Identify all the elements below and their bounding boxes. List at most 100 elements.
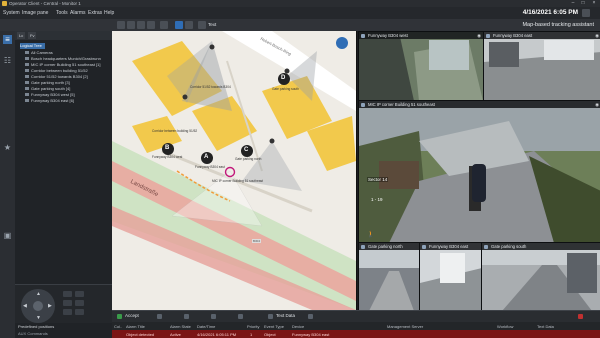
workflow-icon[interactable] <box>184 314 189 319</box>
map-view[interactable]: Robert-Bosch-Ring Landstraße B A C D Cor… <box>112 31 357 310</box>
camera-icon <box>361 102 365 107</box>
zoom-in-button[interactable] <box>63 291 72 297</box>
camera-icon <box>25 99 29 103</box>
accept-icon[interactable] <box>117 314 122 319</box>
tree-view-icon[interactable]: ≡ <box>3 35 12 44</box>
ptz-left-icon[interactable]: ◀ <box>23 303 27 309</box>
menu-system[interactable]: System <box>3 10 20 16</box>
map-marker-b-label: B <box>165 145 170 151</box>
app-icon <box>2 1 7 6</box>
column-header[interactable]: Workflow <box>497 324 513 329</box>
camera-label: Funnyway B304 east <box>195 165 225 169</box>
video-tile-header: Funnyway B304 east <box>420 243 482 250</box>
maximize-button[interactable]: □ <box>578 0 588 7</box>
predefined-positions: Predefined positions AUX Commands <box>15 323 112 338</box>
clear-icon[interactable] <box>157 314 162 319</box>
iris-close-button[interactable] <box>75 309 84 315</box>
tree-item-label: Bosch headquarters Munich/Grasbrunn <box>31 56 101 61</box>
clock-date: 4/16/2021 6:05 PM <box>522 9 578 16</box>
focus-near-button[interactable] <box>63 300 72 306</box>
ptz-down-icon[interactable]: ▼ <box>36 315 41 321</box>
column-header[interactable]: Priority <box>247 324 259 329</box>
camera-icon <box>25 87 29 91</box>
column-header[interactable]: Event Type <box>264 324 284 329</box>
camera-dot <box>209 44 215 50</box>
minimize-button[interactable]: – <box>568 0 578 7</box>
menu-help[interactable]: Help <box>104 10 114 16</box>
camera-label: Corridor between building 51/52 <box>152 129 198 133</box>
camera-icon <box>361 244 365 249</box>
tree-item-label: Gate parking north [3] <box>31 80 70 85</box>
user-icon[interactable] <box>582 9 590 17</box>
zoom-out-button[interactable] <box>75 291 84 297</box>
focus-far-button[interactable] <box>75 300 84 306</box>
text-data-button[interactable]: Text Data <box>276 313 295 318</box>
video-tile[interactable]: Funnyway B304 east ◉ <box>483 31 600 102</box>
menu-image-pane[interactable]: Image pane <box>22 10 48 16</box>
column-header[interactable]: Alarm Title <box>126 324 145 329</box>
video-tile-title: Funnyway B304 west <box>368 33 408 38</box>
layout-1-icon[interactable] <box>117 21 125 29</box>
column-header[interactable]: Col.. <box>114 324 122 329</box>
ptz-joystick-center[interactable] <box>33 301 43 311</box>
tile-options-icon[interactable]: ◉ <box>477 33 481 39</box>
alarm-cell: Object detected <box>126 331 155 337</box>
column-header[interactable]: Device <box>292 324 304 329</box>
video-tile[interactable]: Funnyway B304 west ◉ <box>358 31 484 102</box>
column-header[interactable]: Date/Time <box>197 324 215 329</box>
grid-icon[interactable] <box>185 21 193 29</box>
video-tile-header: Funnyway B304 east ◉ <box>484 32 600 39</box>
map-marker-a-label: A <box>204 154 209 160</box>
menu-bar: System Image pane Tools Alarms Extras He… <box>0 7 600 19</box>
ptz-joystick[interactable]: ▲ ▼ ◀ ▶ <box>21 289 55 323</box>
camera-icon <box>25 75 29 79</box>
tree-root[interactable]: Logical Tree <box>20 43 45 49</box>
layout-4-icon[interactable] <box>147 21 155 29</box>
video-tile[interactable]: Gate parking north <box>358 242 421 312</box>
alarm-status-icon[interactable] <box>578 314 583 319</box>
iris-open-button[interactable] <box>63 309 72 315</box>
tree-item[interactable]: Funnyway B304 east [6] <box>25 98 74 104</box>
bell-icon[interactable] <box>308 314 313 319</box>
column-header[interactable]: Text Data <box>537 324 554 329</box>
ptz-right-icon[interactable]: ▶ <box>48 303 52 309</box>
column-header[interactable]: Management Server <box>387 324 423 329</box>
accept-button[interactable]: Accept <box>125 313 139 318</box>
video-tile-title: Gate parking north <box>368 244 403 249</box>
bookmark-icon[interactable]: ▣ <box>3 231 12 240</box>
video-tile[interactable]: Gate parking south <box>481 242 600 312</box>
menu-tools[interactable]: Tools <box>56 10 68 16</box>
alarm-cell: Funnyway B304 east <box>292 331 330 337</box>
camera-icon <box>25 57 29 61</box>
aux-commands-label[interactable]: AUX Commands <box>18 331 48 336</box>
column-header[interactable]: Alarm State <box>170 324 191 329</box>
tile-options-icon[interactable]: ◉ <box>595 102 599 108</box>
unaccept-icon[interactable] <box>211 314 216 319</box>
camera-tree-icon[interactable]: ☷ <box>3 56 12 65</box>
video-tile-main[interactable]: Sector 14 1 - 19 🚶 MIC IP corner Buildin… <box>358 100 600 244</box>
close-button[interactable]: × <box>589 0 599 7</box>
left-icon-strip: ≡ ☷ ★ ▣ <box>0 31 15 338</box>
monitor-icon[interactable] <box>160 21 168 29</box>
menu-extras[interactable]: Extras <box>88 10 102 16</box>
video-tile[interactable]: Funnyway B304 east <box>419 242 483 312</box>
text-icon[interactable] <box>198 21 206 29</box>
ptz-up-icon[interactable]: ▲ <box>36 291 41 297</box>
layout-3-icon[interactable] <box>137 21 145 29</box>
tree-tab-icon-2[interactable]: Fv <box>28 32 37 39</box>
camera-label: Funnyway B304 west <box>152 155 183 159</box>
camera-label: Corridor 51/52 towards B304 <box>190 85 231 89</box>
tree-tab-icon[interactable]: Lc <box>17 32 26 39</box>
video-overlay-text-2: 1 - 19 <box>371 197 383 202</box>
person-figure <box>472 164 486 202</box>
favorites-star-icon[interactable]: ★ <box>3 143 12 152</box>
map-tracking-icon[interactable] <box>175 21 183 29</box>
camera-icon <box>484 244 488 249</box>
forward-icon[interactable] <box>238 314 243 319</box>
menu-alarms[interactable]: Alarms <box>70 10 86 16</box>
alarm-row[interactable]: Object detected Active 4/16/2021 6:05:11… <box>112 330 600 338</box>
tile-options-icon[interactable]: ◉ <box>595 33 599 39</box>
layout-2-icon[interactable] <box>127 21 135 29</box>
text-button-label[interactable]: Text <box>208 22 216 27</box>
text-data-icon[interactable] <box>268 314 273 319</box>
